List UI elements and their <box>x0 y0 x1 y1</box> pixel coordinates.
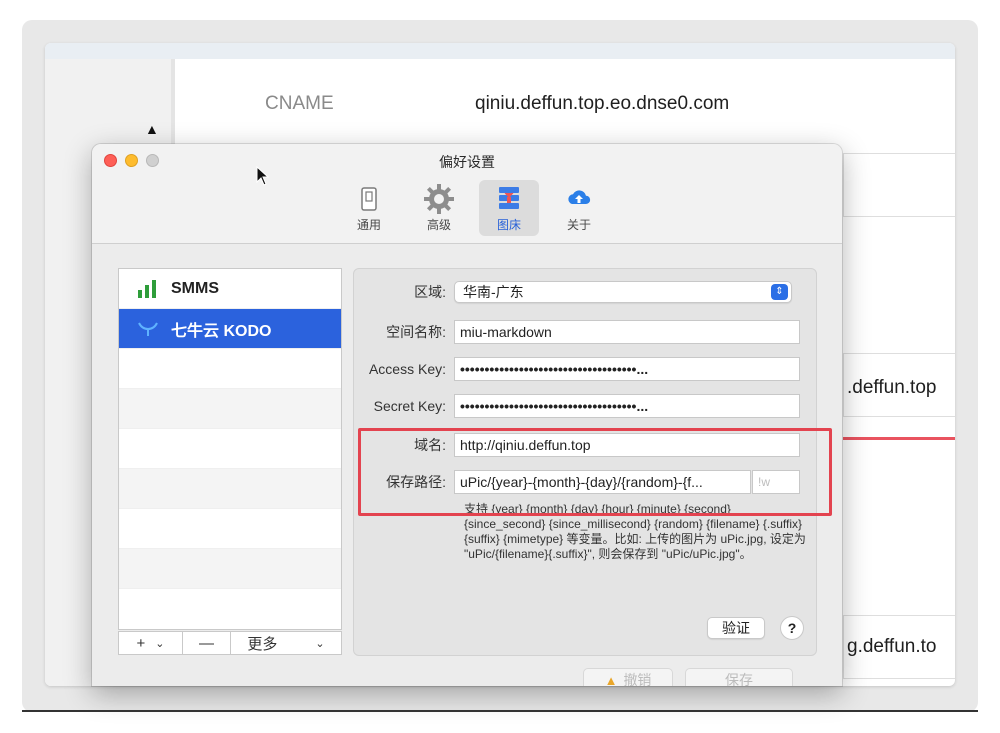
list-item-smms[interactable]: SMMS <box>119 269 341 309</box>
qiniu-bull-icon <box>138 322 158 336</box>
region-value: 华南-广东 <box>463 284 524 300</box>
tab-about[interactable]: 关于 <box>549 180 609 236</box>
list-item-qiniu[interactable]: 七牛云 KODO <box>119 309 341 349</box>
minus-icon: — <box>199 634 214 652</box>
record-type-label: CNAME <box>265 93 334 114</box>
preferences-window: 偏好设置 通用 高级 图床 关于 SMMS 七牛云 KODO + ⌄ — 更多 … <box>92 144 842 686</box>
background-select-cell[interactable]: ⌄ <box>843 153 955 217</box>
list-toolbar: + ⌄ — 更多 ⌄ <box>118 631 342 655</box>
bucket-row: 空间名称: miu-markdown <box>354 319 818 345</box>
secret-key-input[interactable]: ••••••••••••••••••••••••••••••••••••... <box>454 394 800 418</box>
more-label: 更多 <box>247 635 278 653</box>
mouse-cursor-icon <box>256 166 270 186</box>
undo-label: 撤销 <box>623 672 652 686</box>
save-button[interactable]: 保存 <box>685 668 793 686</box>
list-item-empty <box>119 349 341 389</box>
undo-button[interactable]: ▲ 撤销 <box>583 668 673 686</box>
tab-general[interactable]: 通用 <box>339 180 399 236</box>
gear-icon <box>424 184 454 214</box>
chevron-down-icon: ⌄ <box>155 637 165 650</box>
add-host-button[interactable]: + ⌄ <box>119 632 183 654</box>
list-item-empty <box>119 429 341 469</box>
preferences-tabbar: 通用 高级 图床 关于 <box>339 180 609 236</box>
list-item-empty <box>119 389 341 429</box>
warning-icon: ▲ <box>604 673 618 686</box>
access-key-row: Access Key: ••••••••••••••••••••••••••••… <box>354 356 818 382</box>
tab-advanced[interactable]: 高级 <box>409 180 469 236</box>
cloud-upload-icon <box>568 190 591 204</box>
record-value: qiniu.deffun.top.eo.dnse0.com <box>475 93 730 114</box>
chevron-down-icon: ⌄ <box>315 637 325 650</box>
region-select[interactable]: 华南-广东 ⇕ <box>454 281 792 303</box>
region-label: 区域: <box>414 284 446 300</box>
list-item-empty <box>119 469 341 509</box>
smms-bars-icon <box>138 279 156 298</box>
background-error-line <box>843 437 955 440</box>
list-item-label: 七牛云 KODO <box>171 322 272 340</box>
remove-host-button[interactable]: — <box>183 632 231 654</box>
image-host-list: SMMS 七牛云 KODO <box>118 268 342 630</box>
access-key-input[interactable]: ••••••••••••••••••••••••••••••••••••... <box>454 357 800 381</box>
stepper-arrows-icon: ⇕ <box>771 284 788 300</box>
background-domain-text: g.deffun.to <box>847 636 937 657</box>
help-button[interactable]: ? <box>780 616 804 640</box>
image-host-icon <box>499 187 519 209</box>
list-item-empty <box>119 509 341 549</box>
secret-key-label: Secret Key: <box>373 398 446 414</box>
tab-label: 图床 <box>496 218 521 232</box>
list-item-empty <box>119 589 341 629</box>
window-title: 偏好设置 <box>439 154 495 170</box>
tab-label: 高级 <box>426 218 451 232</box>
tab-image-host[interactable]: 图床 <box>479 180 539 236</box>
tab-label: 关于 <box>566 218 591 232</box>
region-row: 区域: 华南-广东 ⇕ <box>354 279 818 305</box>
window-titlebar: 偏好设置 通用 高级 图床 关于 <box>92 144 842 244</box>
bottom-rule <box>22 710 978 712</box>
switch-icon <box>361 187 377 211</box>
plus-icon: + <box>136 634 146 652</box>
background-topbar <box>45 43 955 59</box>
secret-key-row: Secret Key: ••••••••••••••••••••••••••••… <box>354 393 818 419</box>
bucket-input[interactable]: miu-markdown <box>454 320 800 344</box>
list-item-label: SMMS <box>171 279 219 297</box>
more-menu-button[interactable]: 更多 ⌄ <box>231 632 341 654</box>
chevron-down-icon: ⌄ <box>953 176 955 193</box>
verify-button[interactable]: 验证 <box>707 617 765 639</box>
tab-label: 通用 <box>356 218 381 232</box>
highlight-annotation-box <box>358 428 832 516</box>
list-item-empty <box>119 549 341 589</box>
pointer-cursor-icon: ▲ <box>145 121 159 137</box>
bucket-label: 空间名称: <box>386 324 446 340</box>
background-domain-text: .deffun.top <box>847 377 937 398</box>
access-key-label: Access Key: <box>368 361 446 377</box>
